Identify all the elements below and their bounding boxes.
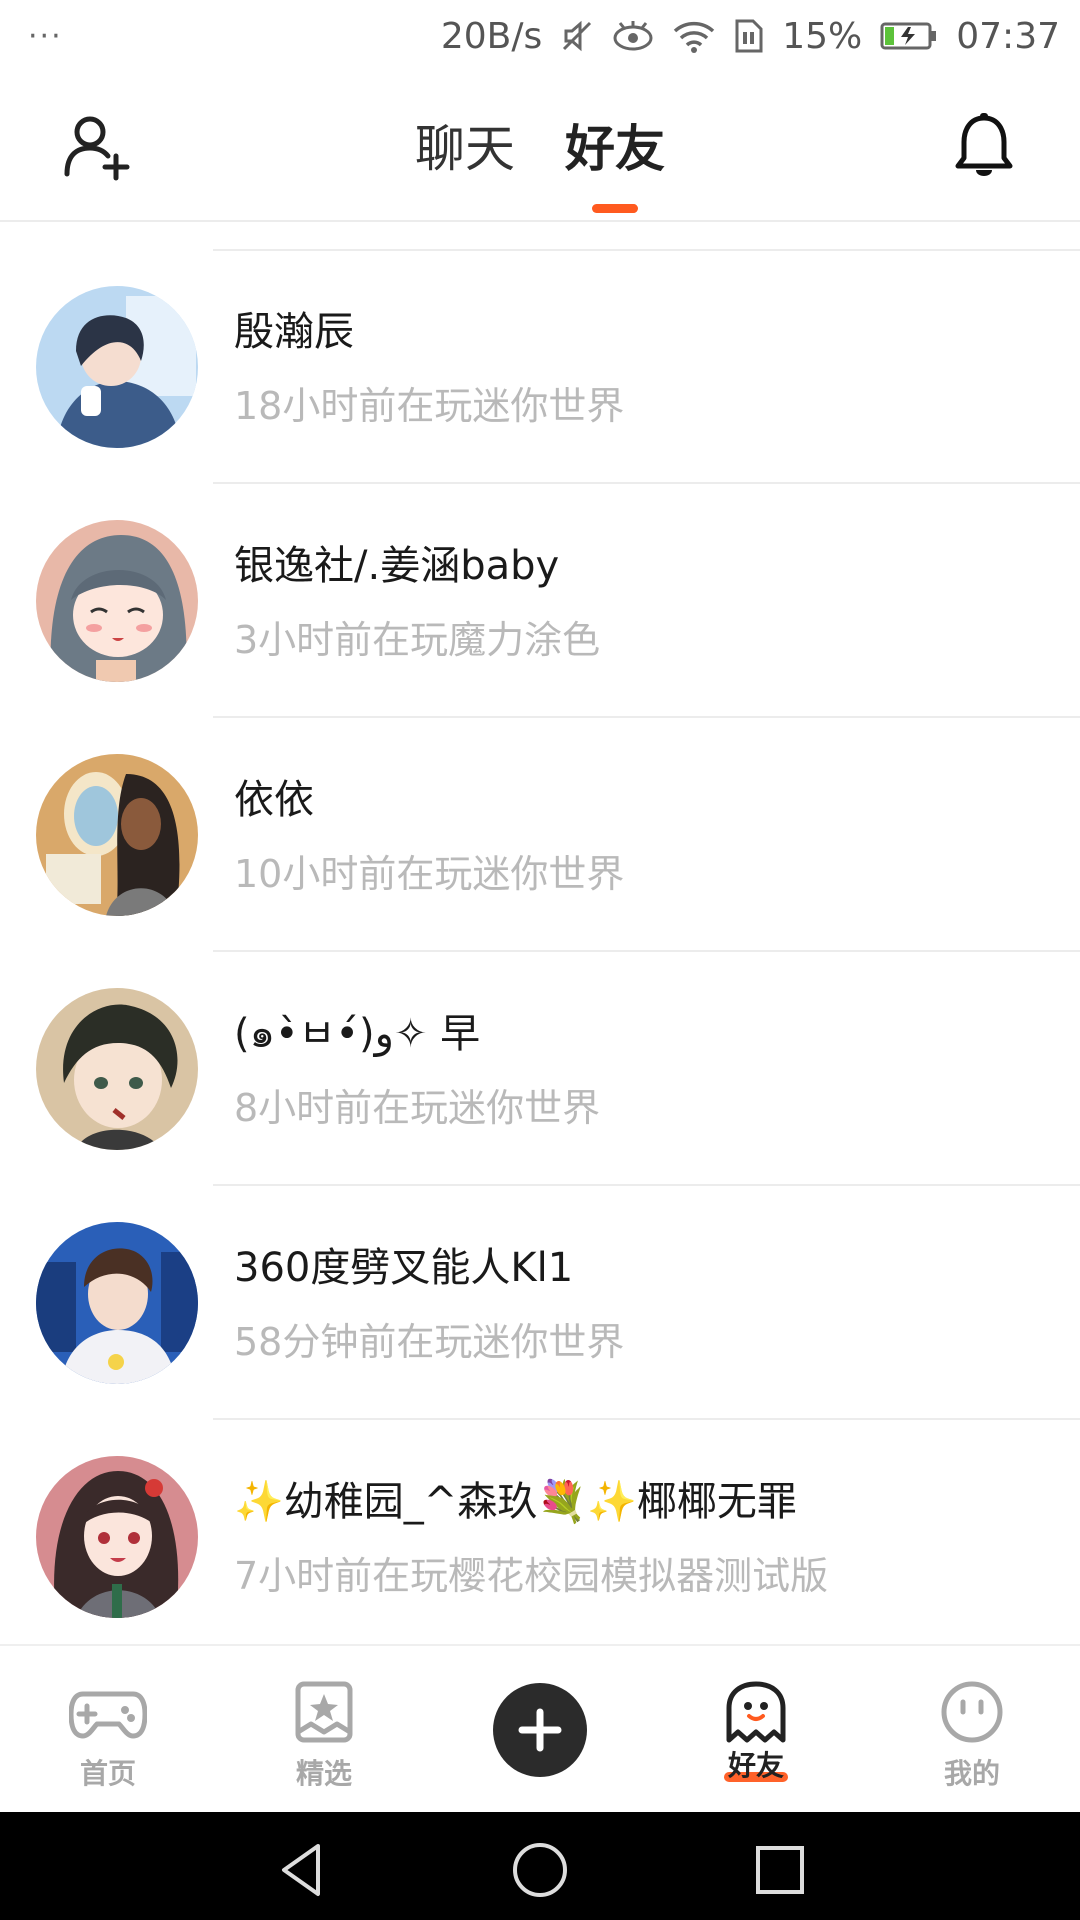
friend-row[interactable]: 依依 10小时前在玩迷你世界 bbox=[0, 718, 1080, 952]
ghost-icon bbox=[726, 1681, 786, 1743]
avatar[interactable] bbox=[36, 520, 198, 682]
bell-icon bbox=[955, 113, 1013, 176]
nav-home[interactable]: 首页 bbox=[28, 1646, 188, 1814]
avatar[interactable] bbox=[36, 1222, 198, 1384]
friend-name: (๑•̀ㅂ•́)و✧ 早 bbox=[234, 1011, 481, 1057]
friend-row[interactable]: 360度劈叉能人Kl1 58分钟前在玩迷你世界 bbox=[0, 1186, 1080, 1420]
friend-name: 360度劈叉能人Kl1 bbox=[234, 1245, 574, 1291]
wifi-icon bbox=[674, 21, 715, 53]
status-bar: ··· 20B/s 15% 07:37 bbox=[0, 0, 1080, 72]
create-button[interactable] bbox=[493, 1683, 587, 1777]
avatar[interactable] bbox=[36, 286, 198, 448]
battery-charging-icon bbox=[880, 22, 937, 50]
eye-icon bbox=[613, 21, 653, 51]
nav-home-label: 首页 bbox=[79, 1757, 136, 1790]
friend-name: ✨幼稚园_^森玖💐✨椰椰无罪 bbox=[234, 1479, 797, 1525]
tab-friends-label: 好友 bbox=[565, 120, 665, 178]
nav-friends[interactable]: 好友 bbox=[676, 1646, 836, 1814]
friends-list: 殷瀚辰 18小时前在玩迷你世界 银逸社/.姜涵baby 3小时前在玩魔力涂色 依… bbox=[0, 250, 1080, 1654]
tab-friends[interactable]: 好友 bbox=[565, 109, 665, 213]
smiley-icon bbox=[941, 1681, 1003, 1743]
friend-status: 8小时前在玩迷你世界 bbox=[234, 1086, 601, 1130]
bottom-nav: 首页 精选 好友 我的 bbox=[0, 1644, 1080, 1812]
mute-icon bbox=[563, 20, 592, 52]
gamepad-icon bbox=[69, 1691, 147, 1739]
friend-row[interactable]: (๑•̀ㅂ•́)و✧ 早 8小时前在玩迷你世界 bbox=[0, 952, 1080, 1186]
nav-friends-label: 好友 bbox=[727, 1749, 784, 1782]
plus-icon bbox=[518, 1708, 562, 1752]
tab-chat[interactable]: 聊天 bbox=[415, 109, 515, 185]
friend-status: 58分钟前在玩迷你世界 bbox=[234, 1320, 625, 1364]
friends-screen: ··· 20B/s 15% 07:37 聊天 好友 殷瀚辰 18小时前在玩迷你世… bbox=[0, 0, 1080, 1920]
nav-featured-label: 精选 bbox=[295, 1757, 352, 1790]
nav-featured[interactable]: 精选 bbox=[244, 1646, 404, 1814]
friend-status: 3小时前在玩魔力涂色 bbox=[234, 618, 601, 662]
top-header: 聊天 好友 bbox=[0, 72, 1080, 222]
clock: 07:37 bbox=[956, 15, 1060, 57]
friend-name: 依依 bbox=[234, 777, 314, 823]
friend-row[interactable]: 银逸社/.姜涵baby 3小时前在玩魔力涂色 bbox=[0, 484, 1080, 718]
active-tab-indicator bbox=[592, 204, 638, 213]
friend-row[interactable]: 殷瀚辰 18小时前在玩迷你世界 bbox=[0, 250, 1080, 484]
nav-me-label: 我的 bbox=[943, 1757, 1000, 1790]
sim-icon bbox=[735, 19, 763, 53]
battery-percent: 15% bbox=[782, 15, 863, 57]
nav-me[interactable]: 我的 bbox=[892, 1646, 1052, 1814]
home-icon[interactable] bbox=[510, 1840, 570, 1900]
avatar[interactable] bbox=[36, 1456, 198, 1618]
friend-status: 7小时前在玩樱花校园模拟器测试版 bbox=[234, 1554, 829, 1598]
friend-name: 殷瀚辰 bbox=[234, 309, 354, 355]
recents-icon[interactable] bbox=[750, 1840, 810, 1900]
back-icon[interactable] bbox=[272, 1840, 332, 1900]
friend-status: 10小时前在玩迷你世界 bbox=[234, 852, 625, 896]
tab-chat-label: 聊天 bbox=[415, 120, 515, 178]
net-speed: 20B/s bbox=[440, 15, 543, 57]
nav-friends-label-wrap: 好友 bbox=[723, 1744, 788, 1784]
header-tabs: 聊天 好友 bbox=[0, 72, 1080, 222]
avatar[interactable] bbox=[36, 754, 198, 916]
notification-dots: ··· bbox=[28, 18, 63, 54]
avatar[interactable] bbox=[36, 988, 198, 1150]
friend-name: 银逸社/.姜涵baby bbox=[234, 543, 560, 589]
notifications-button[interactable] bbox=[952, 112, 1016, 182]
friend-row[interactable]: ✨幼稚园_^森玖💐✨椰椰无罪 7小时前在玩樱花校园模拟器测试版 bbox=[0, 1420, 1080, 1654]
friend-status: 18小时前在玩迷你世界 bbox=[234, 384, 625, 428]
star-bookmark-icon bbox=[295, 1681, 353, 1743]
system-nav-bar bbox=[0, 1812, 1080, 1920]
